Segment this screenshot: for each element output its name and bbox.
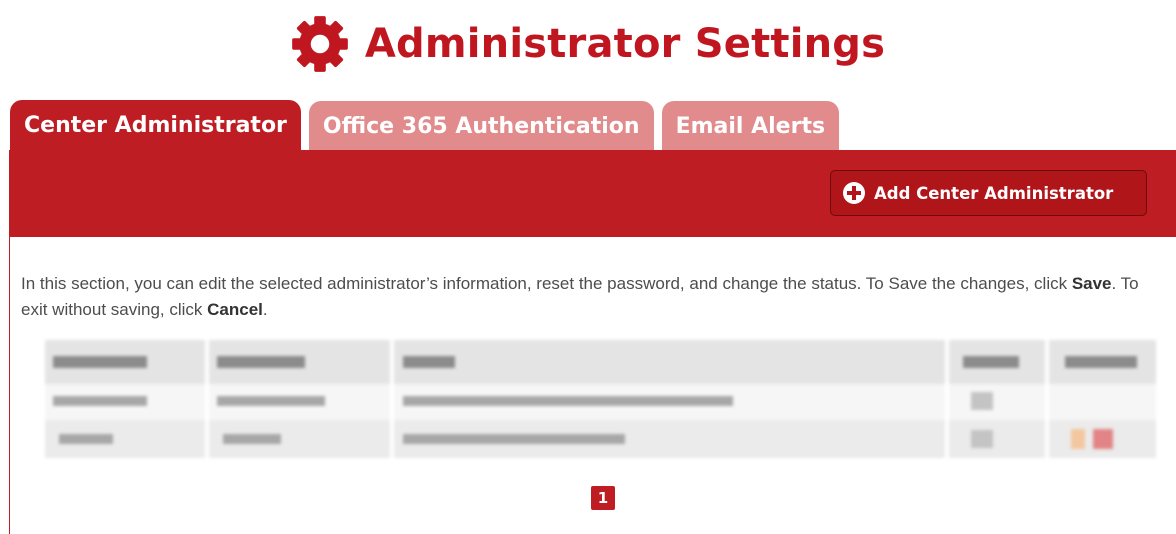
status-indicator: [1093, 429, 1113, 449]
column-header: [1065, 356, 1137, 368]
column-header: [217, 356, 305, 368]
column-header: [963, 356, 1019, 368]
tab-email-alerts[interactable]: Email Alerts: [661, 101, 840, 151]
plus-circle-icon: [843, 182, 865, 204]
instructions-text: In this section, you can edit the select…: [21, 271, 1141, 323]
page-title: Administrator Settings: [364, 21, 886, 67]
add-center-administrator-button[interactable]: Add Center Administrator: [830, 170, 1147, 216]
status-indicator: [1071, 429, 1085, 449]
tab-center-administrator[interactable]: Center Administrator: [10, 100, 301, 151]
table-cell: [971, 430, 993, 448]
toolbar: Add Center Administrator: [10, 150, 1176, 237]
column-divider: [945, 340, 949, 458]
table-cell: [971, 392, 993, 410]
page-header: Administrator Settings: [0, 8, 1176, 80]
table-cell: [59, 434, 113, 444]
instructions-part: In this section, you can edit the select…: [21, 274, 1072, 293]
tab-office-365-authentication[interactable]: Office 365 Authentication: [308, 101, 654, 151]
cancel-keyword: Cancel: [207, 300, 263, 319]
column-divider: [205, 340, 209, 458]
table-cell: [223, 434, 281, 444]
administrators-table: [45, 340, 1156, 458]
table-row[interactable]: [45, 384, 1156, 420]
tab-bar: Center Administrator Office 365 Authenti…: [10, 100, 847, 151]
pagination-page-1[interactable]: 1: [591, 486, 615, 510]
gear-icon: [292, 16, 348, 72]
table-row[interactable]: [45, 420, 1156, 458]
tab-panel: Add Center Administrator In this section…: [9, 150, 1176, 534]
column-header: [403, 356, 455, 368]
column-divider: [390, 340, 394, 458]
column-header: [53, 356, 147, 368]
column-divider: [1045, 340, 1049, 458]
table-cell: [53, 396, 147, 406]
table-cell: [403, 396, 733, 406]
table-cell: [403, 434, 625, 444]
table-cell: [217, 396, 325, 406]
save-keyword: Save: [1071, 274, 1112, 293]
table-header-row: [45, 340, 1156, 384]
instructions-part: .: [262, 300, 268, 319]
add-button-label: Add Center Administrator: [874, 183, 1114, 203]
